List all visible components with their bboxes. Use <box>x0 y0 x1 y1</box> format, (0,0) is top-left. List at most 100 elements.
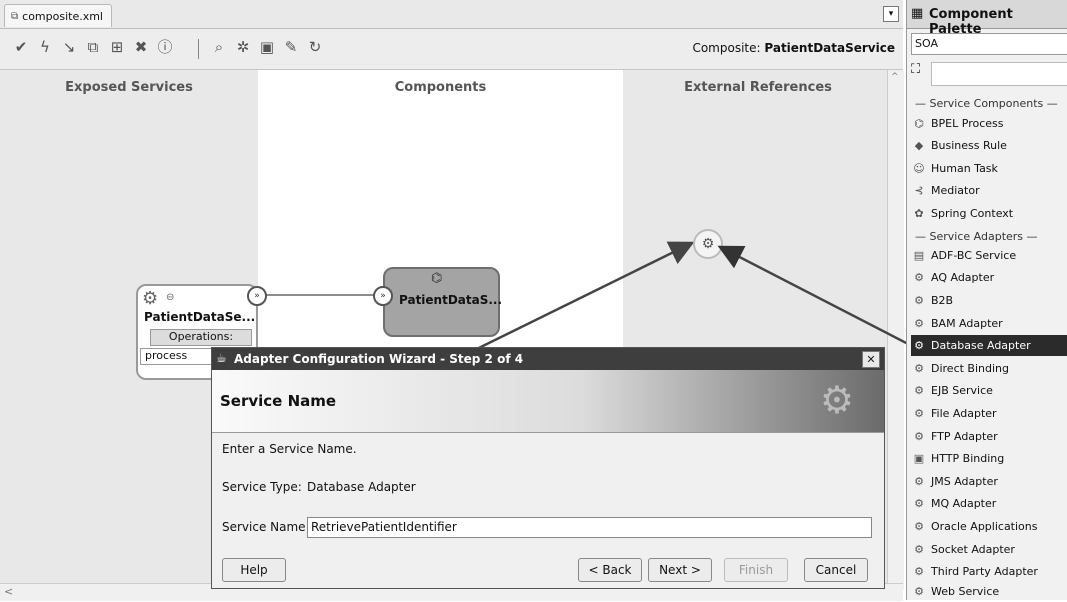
component-port-icon[interactable]: » <box>373 286 393 306</box>
b2b-icon: ⚙ <box>914 294 924 307</box>
drag-arrow-from-palette <box>717 245 913 348</box>
palette-item-third-party-adapter[interactable]: ⚙ Third Party Adapter <box>911 561 1067 582</box>
dialog-titlebar[interactable]: ☕ Adapter Configuration Wizard - Step 2 … <box>212 348 884 370</box>
service-name: PatientDataSe... <box>144 310 256 324</box>
palette-item-spring-context[interactable]: ✿ Spring Context <box>911 203 1067 224</box>
database-adapter-icon: ⚙ <box>914 339 924 352</box>
business-rule-icon: ◆ <box>914 139 924 152</box>
component-name: PatientDataS... <box>399 293 503 307</box>
close-icon[interactable]: ✕ <box>862 351 880 368</box>
item-label: Direct Binding <box>931 362 1009 375</box>
binoculars-icon[interactable]: ⛶ <box>911 62 920 77</box>
wizard-app-icon: ☕ <box>216 351 227 365</box>
file-adapter-icon: ⚙ <box>914 407 924 420</box>
item-label: Web Service <box>931 585 1000 598</box>
item-label: Database Adapter <box>931 339 1031 352</box>
finish-button: Finish <box>724 558 788 582</box>
collapse-icon[interactable]: ⊖ <box>166 292 174 303</box>
palette-item-mq-adapter[interactable]: ⚙ MQ Adapter <box>911 493 1067 514</box>
palette-item-business-rule[interactable]: ◆ Business Rule <box>911 135 1067 156</box>
palette-item-aq-adapter[interactable]: ⚙ AQ Adapter <box>911 267 1067 288</box>
bam-adapter-icon: ⚙ <box>914 317 924 330</box>
palette-item-bpel-process[interactable]: ⌬ BPEL Process <box>911 113 1067 134</box>
adapter-wizard-dialog: ☕ Adapter Configuration Wizard - Step 2 … <box>211 347 885 589</box>
palette-item-human-task[interactable]: ☺ Human Task <box>911 158 1067 179</box>
item-label: Spring Context <box>931 207 1014 220</box>
back-button[interactable]: < Back <box>578 558 642 582</box>
component-palette: ▦ Component Palette SOA ⛶ — Service Comp… <box>906 0 1067 600</box>
service-gear-icon: ⚙ <box>142 288 159 309</box>
palette-item-ftp-adapter[interactable]: ⚙ FTP Adapter <box>911 426 1067 447</box>
bpel-process-icon: ⌬ <box>914 117 924 130</box>
item-label: MQ Adapter <box>931 497 997 510</box>
palette-category-select[interactable]: SOA <box>911 33 1067 55</box>
third-party-adapter-icon: ⚙ <box>914 565 924 578</box>
instruction-text: Enter a Service Name. <box>222 442 357 456</box>
palette-item-http-binding[interactable]: ▣ HTTP Binding <box>911 448 1067 469</box>
palette-titlebar: ▦ Component Palette <box>907 0 1067 37</box>
oracle-apps-icon: ⚙ <box>914 520 924 533</box>
wizard-step-heading: Service Name <box>220 392 337 410</box>
spring-context-icon: ✿ <box>914 207 924 220</box>
item-label: Third Party Adapter <box>931 565 1038 578</box>
help-button[interactable]: Help <box>222 558 286 582</box>
palette-item-socket-adapter[interactable]: ⚙ Socket Adapter <box>911 539 1067 560</box>
palette-item-web-service[interactable]: ⚙ Web Service <box>911 581 1067 602</box>
service-type-value: Database Adapter <box>307 480 416 494</box>
bpel-process-icon: ⌬ <box>431 271 443 286</box>
wizard-gear-art-icon: ⚙ <box>819 378 854 422</box>
ftp-adapter-icon: ⚙ <box>914 430 924 443</box>
operations-header: Operations: <box>150 329 252 346</box>
item-label: JMS Adapter <box>931 475 998 488</box>
palette-grid-icon: ▦ <box>911 6 924 21</box>
palette-item-database-adapter[interactable]: ⚙ Database Adapter <box>911 335 1067 356</box>
item-label: BPEL Process <box>931 117 1004 130</box>
section-service-components: — Service Components — <box>915 97 1058 110</box>
item-label: ADF-BC Service <box>931 249 1017 262</box>
adf-bc-icon: ▤ <box>913 249 925 262</box>
section-service-adapters: — Service Adapters — <box>915 230 1038 243</box>
item-label: AQ Adapter <box>931 271 995 284</box>
direct-binding-icon: ⚙ <box>914 362 924 375</box>
palette-item-b2b[interactable]: ⚙ B2B <box>911 290 1067 311</box>
service-name-input[interactable]: RetrievePatientIdentifier <box>307 517 872 538</box>
service-port-icon[interactable]: » <box>247 286 267 306</box>
item-label: FTP Adapter <box>931 430 998 443</box>
item-label: Oracle Applications <box>931 520 1038 533</box>
palette-item-jms-adapter[interactable]: ⚙ JMS Adapter <box>911 471 1067 492</box>
mediator-icon: ⊰ <box>914 184 924 197</box>
ejb-service-icon: ⚙ <box>914 384 924 397</box>
palette-item-ejb-service[interactable]: ⚙ EJB Service <box>911 380 1067 401</box>
socket-adapter-icon: ⚙ <box>914 543 924 556</box>
item-label: HTTP Binding <box>931 452 1005 465</box>
palette-item-oracle-applications[interactable]: ⚙ Oracle Applications <box>911 516 1067 537</box>
dialog-title: Adapter Configuration Wizard - Step 2 of… <box>234 352 524 366</box>
item-label: EJB Service <box>931 384 993 397</box>
item-label: Socket Adapter <box>931 543 1015 556</box>
palette-item-direct-binding[interactable]: ⚙ Direct Binding <box>911 358 1067 379</box>
item-label: Human Task <box>931 162 998 175</box>
mq-adapter-icon: ⚙ <box>914 497 924 510</box>
aq-adapter-icon: ⚙ <box>914 271 924 284</box>
section-label: Service Adapters <box>929 230 1024 243</box>
item-label: BAM Adapter <box>931 317 1003 330</box>
item-label: Business Rule <box>931 139 1007 152</box>
palette-item-file-adapter[interactable]: ⚙ File Adapter <box>911 403 1067 424</box>
palette-item-adf-bc-service[interactable]: ▤ ADF-BC Service <box>911 245 1067 266</box>
cancel-button[interactable]: Cancel <box>804 558 868 582</box>
item-label: Mediator <box>931 184 980 197</box>
palette-item-mediator[interactable]: ⊰ Mediator <box>911 180 1067 201</box>
item-label: B2B <box>931 294 954 307</box>
palette-item-bam-adapter[interactable]: ⚙ BAM Adapter <box>911 313 1067 334</box>
palette-search-input[interactable] <box>931 62 1067 86</box>
service-name-label: Service Name: <box>222 520 310 534</box>
palette-drag-layer <box>717 245 913 348</box>
http-binding-icon: ▣ <box>913 452 925 465</box>
next-button[interactable]: Next > <box>648 558 712 582</box>
wizard-header-banner: Service Name ⚙ <box>212 370 884 433</box>
web-service-icon: ⚙ <box>914 585 924 598</box>
human-task-icon: ☺ <box>913 162 925 175</box>
bpel-component-box[interactable]: ⌬ PatientDataS... <box>383 267 503 337</box>
service-type-label: Service Type: <box>222 480 302 494</box>
section-label: Service Components <box>929 97 1044 110</box>
